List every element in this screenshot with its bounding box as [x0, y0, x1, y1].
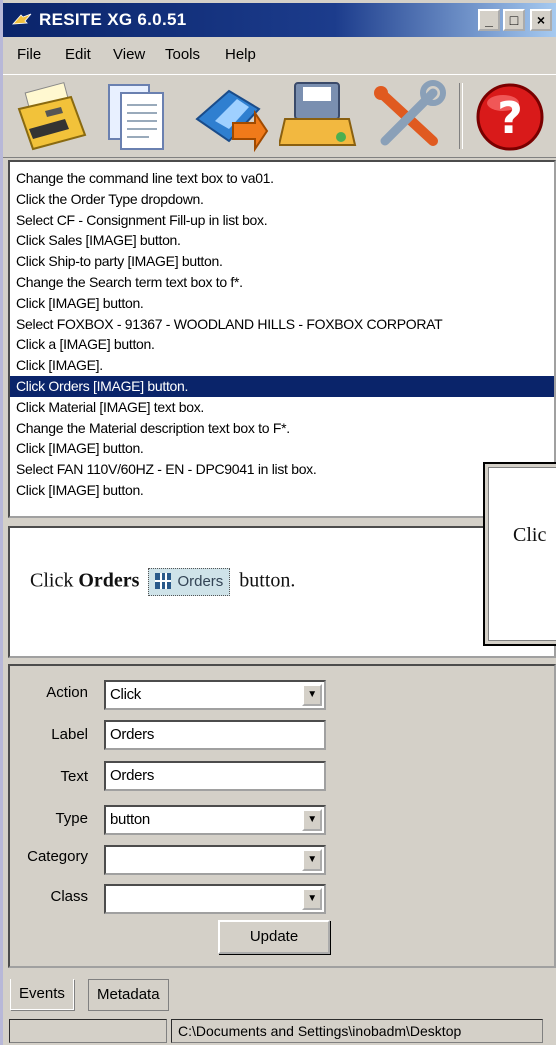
menu-file[interactable]: File — [17, 46, 41, 63]
list-item[interactable]: Select FAN 110V/60HZ - EN - DPC9041 in l… — [10, 459, 554, 480]
list-item[interactable]: Click [IMAGE] button. — [10, 480, 554, 501]
status-left — [9, 1019, 167, 1043]
preview-suffix: button. — [239, 569, 296, 592]
tab-events[interactable]: Events — [10, 979, 74, 1010]
grid-icon — [155, 573, 172, 589]
menu-edit[interactable]: Edit — [65, 46, 91, 63]
app-icon — [12, 13, 32, 25]
menu-view[interactable]: View — [113, 46, 145, 63]
chevron-down-icon[interactable]: ▼ — [302, 849, 322, 871]
action-label: Action — [46, 684, 88, 701]
list-item[interactable]: Click [IMAGE] button. — [10, 293, 554, 314]
label-field[interactable]: Orders — [104, 720, 326, 750]
list-item[interactable]: Change the Material description text box… — [10, 418, 554, 439]
class-label: Class — [50, 888, 88, 905]
action-select[interactable]: Click ▼ — [104, 680, 326, 710]
list-item[interactable]: Select FOXBOX - 91367 - WOODLAND HILLS -… — [10, 314, 554, 335]
text-label: Text — [60, 768, 88, 785]
window-title: RESITE XG 6.0.51 — [39, 10, 187, 29]
menu-bar: File Edit View Tools Help — [3, 38, 556, 72]
title-bar[interactable]: RESITE XG 6.0.51 _ □ × — [3, 3, 556, 37]
type-label: Type — [55, 810, 88, 827]
category-label: Category — [27, 848, 88, 865]
orders-button-image: Orders — [148, 568, 231, 596]
list-item[interactable]: Click [IMAGE] button. — [10, 438, 554, 459]
chevron-down-icon[interactable]: ▼ — [302, 809, 322, 831]
tools-icon[interactable] — [367, 79, 449, 155]
category-select[interactable]: ▼ — [104, 845, 326, 875]
chevron-down-icon[interactable]: ▼ — [302, 684, 322, 706]
list-item[interactable]: Change the command line text box to va01… — [10, 168, 554, 189]
chevron-down-icon[interactable]: ▼ — [302, 888, 322, 910]
text-field[interactable]: Orders — [104, 761, 326, 791]
open-folder-icon[interactable] — [11, 79, 93, 155]
class-select[interactable]: ▼ — [104, 884, 326, 914]
update-button[interactable]: Update — [218, 920, 330, 954]
list-item[interactable]: Click the Order Type dropdown. — [10, 189, 554, 210]
tooltip-popup: Clic — [483, 462, 556, 646]
step-preview: Click Orders Orders button. — [8, 526, 556, 658]
list-item[interactable]: Change the Search term text box to f*. — [10, 272, 554, 293]
list-item[interactable]: Click Ship-to party [IMAGE] button. — [10, 251, 554, 272]
preview-prefix: Click — [30, 569, 74, 592]
tab-metadata[interactable]: Metadata — [88, 979, 169, 1011]
preview-sentence: Click Orders Orders button. — [30, 568, 295, 596]
maximize-button[interactable]: □ — [503, 9, 525, 31]
toolbar: ? — [3, 74, 556, 158]
list-item[interactable]: Click a [IMAGE] button. — [10, 334, 554, 355]
status-bar: C:\Documents and Settings\inobadm\Deskto… — [3, 1016, 556, 1045]
menu-tools[interactable]: Tools — [165, 46, 200, 63]
import-arrow-icon[interactable] — [189, 79, 271, 155]
list-item[interactable]: Click Sales [IMAGE] button. — [10, 230, 554, 251]
list-item[interactable]: Select CF - Consignment Fill-up in list … — [10, 210, 554, 231]
popup-text: Clic — [513, 524, 547, 546]
menu-help[interactable]: Help — [225, 46, 256, 63]
list-item[interactable]: Click [IMAGE]. — [10, 355, 554, 376]
type-select[interactable]: button ▼ — [104, 805, 326, 835]
tab-strip: Events Metadata — [8, 975, 556, 1011]
svg-text:?: ? — [497, 93, 523, 144]
copy-documents-icon[interactable] — [99, 79, 181, 155]
steps-list[interactable]: Change the command line text box to va01… — [8, 160, 556, 518]
preview-bold-label: Orders — [78, 569, 140, 592]
help-icon[interactable]: ? — [469, 79, 551, 155]
list-item-selected[interactable]: Click Orders [IMAGE] button. — [10, 375, 554, 397]
list-item[interactable]: Click Material [IMAGE] text box. — [10, 397, 554, 418]
status-path: C:\Documents and Settings\inobadm\Deskto… — [171, 1019, 543, 1043]
minimize-button[interactable]: _ — [478, 9, 500, 31]
label-label: Label — [51, 726, 88, 743]
save-disk-icon[interactable] — [277, 79, 361, 155]
close-button[interactable]: × — [530, 9, 552, 31]
toolbar-separator — [459, 83, 463, 149]
